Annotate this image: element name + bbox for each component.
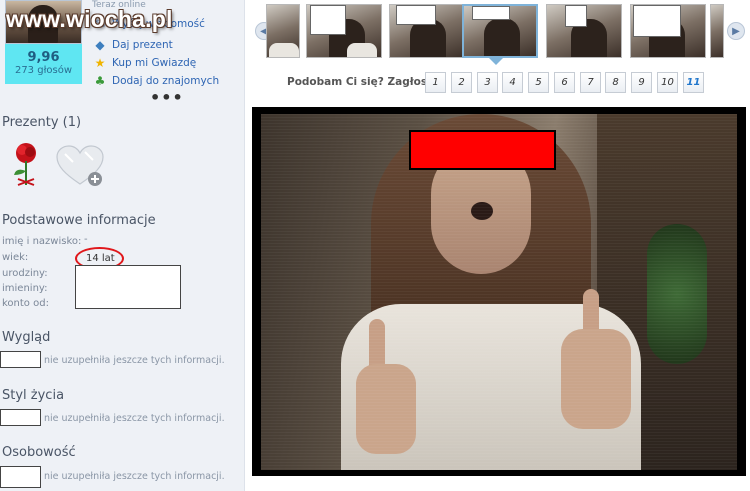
more-options-button[interactable]: ••• bbox=[150, 88, 184, 107]
photo-thumbnail[interactable] bbox=[546, 4, 622, 58]
rating-box: 9,96 273 głosów bbox=[5, 44, 82, 84]
vote-button-9[interactable]: 9 bbox=[631, 72, 652, 93]
section-note-appearance: nie uzupełniła jeszcze tych informacji. bbox=[44, 355, 225, 366]
redaction-box bbox=[565, 5, 587, 27]
main-photo-frame bbox=[252, 107, 746, 476]
info-label-nameday: imieniny: bbox=[2, 283, 48, 294]
add-friend-label: Dodaj do znajomych bbox=[112, 75, 220, 87]
section-title-lifestyle: Styl życia bbox=[2, 388, 65, 403]
buy-star-link[interactable]: ★ Kup mi Gwiazdę bbox=[93, 56, 197, 70]
vote-button-3[interactable]: 3 bbox=[477, 72, 498, 93]
section-title-appearance: Wygląd bbox=[2, 330, 51, 345]
photo-thumbnail[interactable] bbox=[306, 4, 382, 58]
redaction-box bbox=[633, 5, 681, 37]
section-note-lifestyle: nie uzupełniła jeszcze tych informacji. bbox=[44, 413, 225, 424]
info-label-account-since: konto od: bbox=[2, 298, 49, 309]
give-gift-link[interactable]: ◆ Daj prezent bbox=[93, 38, 173, 52]
add-gift-heart-icon[interactable] bbox=[55, 144, 105, 188]
info-label-name: imię i nazwisko: bbox=[2, 236, 82, 247]
add-friend-icon: ♣ bbox=[94, 74, 106, 88]
redaction-box bbox=[75, 265, 181, 309]
vote-button-10[interactable]: 10 bbox=[657, 72, 678, 93]
vote-button-5[interactable]: 5 bbox=[528, 72, 549, 93]
redaction-box bbox=[396, 5, 436, 25]
vote-button-11[interactable]: 11 bbox=[683, 72, 704, 93]
rating-votes: 273 głosów bbox=[14, 65, 73, 76]
face-redaction-bar bbox=[409, 130, 556, 170]
info-label-age: wiek: bbox=[2, 252, 29, 263]
rose-gift-icon[interactable] bbox=[8, 141, 44, 189]
photo-thumbnail[interactable] bbox=[389, 4, 465, 58]
photo-thumbnails bbox=[266, 0, 746, 60]
buy-star-label: Kup mi Gwiazdę bbox=[112, 57, 197, 69]
add-friend-link[interactable]: ♣ Dodaj do znajomych bbox=[93, 74, 220, 88]
photo-viewer: ◀ ▶ Podobam Ci się? Zagłosuj: 1 2 3 4 5 … bbox=[246, 0, 750, 491]
section-title-personality: Osobowość bbox=[2, 445, 76, 460]
info-label-birthday: urodziny: bbox=[2, 268, 48, 279]
redaction-box bbox=[472, 6, 510, 20]
photo-thumbnail[interactable] bbox=[266, 4, 300, 58]
thumbnail-figure bbox=[484, 18, 520, 56]
redaction-box bbox=[0, 466, 41, 488]
vote-button-1[interactable]: 1 bbox=[425, 72, 446, 93]
info-value-name: - bbox=[84, 234, 88, 245]
rating-value: 9,96 bbox=[27, 50, 60, 65]
redaction-box bbox=[310, 5, 346, 35]
vote-label: Podobam Ci się? Zagłosuj: bbox=[287, 76, 443, 88]
thumbnail-figure bbox=[269, 43, 299, 57]
site-watermark: www.wiocha.pl bbox=[6, 6, 173, 32]
basic-info-title: Podstawowe informacje bbox=[2, 213, 156, 228]
selected-thumbnail-pointer bbox=[489, 58, 503, 65]
redaction-box bbox=[0, 409, 41, 426]
photo-thumbnail[interactable] bbox=[630, 4, 706, 58]
gift-icon: ◆ bbox=[95, 38, 105, 52]
section-note-personality: nie uzupełniła jeszcze tych informacji. bbox=[44, 471, 225, 482]
photo-thumbnail[interactable] bbox=[710, 4, 724, 58]
redaction-box bbox=[0, 351, 41, 368]
gifts-title: Prezenty (1) bbox=[2, 115, 82, 130]
vote-button-7[interactable]: 7 bbox=[580, 72, 601, 93]
give-gift-label: Daj prezent bbox=[112, 39, 173, 51]
photo-thumbnail-selected[interactable] bbox=[462, 4, 538, 58]
star-icon: ★ bbox=[94, 56, 106, 70]
profile-sidebar: www.wiocha.pl Teraz online 9,96 273 głos… bbox=[0, 0, 245, 491]
vote-button-8[interactable]: 8 bbox=[605, 72, 626, 93]
main-photo[interactable] bbox=[261, 114, 737, 470]
vote-button-6[interactable]: 6 bbox=[554, 72, 575, 93]
thumbnail-figure bbox=[347, 43, 377, 57]
vote-button-4[interactable]: 4 bbox=[502, 72, 523, 93]
profile-page: www.wiocha.pl Teraz online 9,96 273 głos… bbox=[0, 0, 750, 491]
vote-button-2[interactable]: 2 bbox=[451, 72, 472, 93]
